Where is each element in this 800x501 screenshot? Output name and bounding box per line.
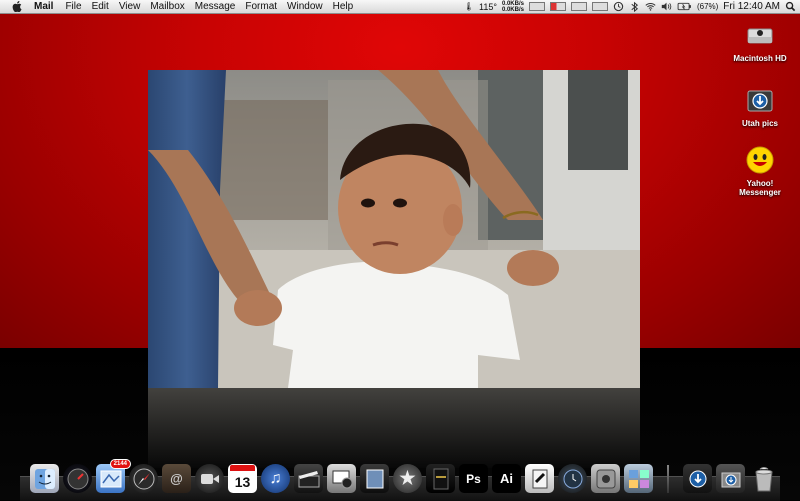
apple-preferences-icon [596,469,615,488]
downloads-icon [689,470,706,487]
network-down-speed: 0.0KB/s [501,6,524,13]
spaces-grid-icon [628,469,649,488]
dock-photoshop[interactable]: Ps [459,464,488,493]
desktop-icon-label: Yahoo! Messenger [739,179,781,197]
desktop-icon-macintosh-hd[interactable]: Macintosh HD [730,20,790,63]
hard-drive-icon [747,28,773,44]
menu-edit[interactable]: Edit [92,0,117,13]
menu-clock[interactable]: Fri 12:40 AM [723,1,780,12]
dashboard-gauge-icon [67,468,88,489]
dock-iphoto[interactable] [327,464,356,493]
menu-app-name[interactable]: Mail [34,0,61,13]
notebook-icon [433,468,448,489]
music-note-icon: ♫ [269,469,282,487]
dock-script-editor[interactable] [525,464,554,493]
dock-downloads-stack[interactable] [683,464,712,493]
address-book-icon: @ [170,471,183,486]
dock-address-book[interactable]: @ [162,464,191,493]
safari-compass-icon [133,468,154,489]
illustrator-label: Ai [500,471,513,486]
dock-documents-stack[interactable] [716,464,745,493]
dock-mail[interactable]: 2144 [96,459,131,493]
menu-help[interactable]: Help [333,0,362,13]
mail-unread-badge: 2144 [109,459,131,469]
dock-safari[interactable] [129,464,158,493]
dock-moleskine[interactable] [426,464,455,493]
menu-view[interactable]: View [119,0,149,13]
photoshop-label: Ps [466,471,481,486]
yahoo-messenger-icon [746,146,774,174]
disk-monitor-icon[interactable] [570,2,587,11]
time-machine-icon[interactable] [613,1,624,12]
temperature-icon: 🌡 [463,2,474,11]
bluetooth-icon[interactable] [629,1,640,12]
menu-message[interactable]: Message [195,0,244,13]
menu-bar: Mail File Edit View Mailbox Message Form… [0,0,800,14]
dock: 2144 @ 13 ♫ ★ Ps Ai [30,455,778,493]
desktop-icon-label: Utah pics [741,119,778,128]
desktop-icon-yahoo-messenger[interactable]: Yahoo! Messenger [730,145,790,197]
temperature-readout[interactable]: 115° [479,2,497,12]
documents-stack-icon [721,472,740,487]
desktop-icon-label: Macintosh HD [733,54,787,63]
video-camera-icon [200,473,219,484]
cpu-monitor-icon[interactable] [528,2,545,11]
film-clapper-icon [298,470,319,487]
dock-ical[interactable]: 13 [228,464,257,493]
download-folder-icon [747,90,773,112]
activity-graph-icon[interactable] [591,2,608,11]
desktop-icon-utah-pics[interactable]: Utah pics [730,85,790,128]
dock-finder[interactable] [30,464,59,493]
memory-monitor-icon[interactable] [549,2,566,11]
calendar-day: 13 [234,473,251,490]
status-menus: 🌡 115° 0.0KB/s 0.0KB/s (67%) Fri 12:40 A… [464,0,796,13]
dock-separator [667,465,669,493]
trash-icon [754,466,773,491]
dock-dashboard[interactable] [63,464,92,493]
camera-photo-icon [332,470,352,488]
spotlight-search-icon[interactable] [785,1,796,12]
toddler-photo-image [148,70,640,388]
script-scroll-icon [532,469,547,488]
dock-illustrator[interactable]: Ai [492,464,521,493]
dock-system-preferences[interactable] [591,464,620,493]
time-machine-clock-icon [563,469,582,488]
dock-ichat[interactable] [195,464,224,493]
battery-percentage: (67%) [696,2,719,11]
finder-icon [34,468,55,489]
wifi-icon[interactable] [645,1,656,12]
desktop-photo [148,70,640,388]
menu-window[interactable]: Window [287,0,331,13]
menu-format[interactable]: Format [245,0,285,13]
calendar-header [230,465,255,471]
photo-slides-icon [366,469,383,488]
dock-spaces[interactable] [624,464,653,493]
dock-dvd-player[interactable] [294,464,323,493]
menu-file[interactable]: File [65,0,89,13]
dock-itunes[interactable]: ♫ [261,464,290,493]
dock-imovie[interactable]: ★ [393,464,422,493]
network-monitor[interactable]: 0.0KB/s 0.0KB/s [502,1,524,13]
star-icon: ★ [399,468,416,488]
volume-icon[interactable] [661,1,672,12]
battery-icon[interactable] [677,1,692,12]
dock-trash[interactable] [749,464,778,493]
mail-stamp-icon [100,470,121,487]
menu-mailbox[interactable]: Mailbox [150,0,192,13]
apple-menu-icon[interactable] [10,1,24,12]
dock-preview[interactable] [360,464,389,493]
dock-time-machine[interactable] [558,464,587,493]
